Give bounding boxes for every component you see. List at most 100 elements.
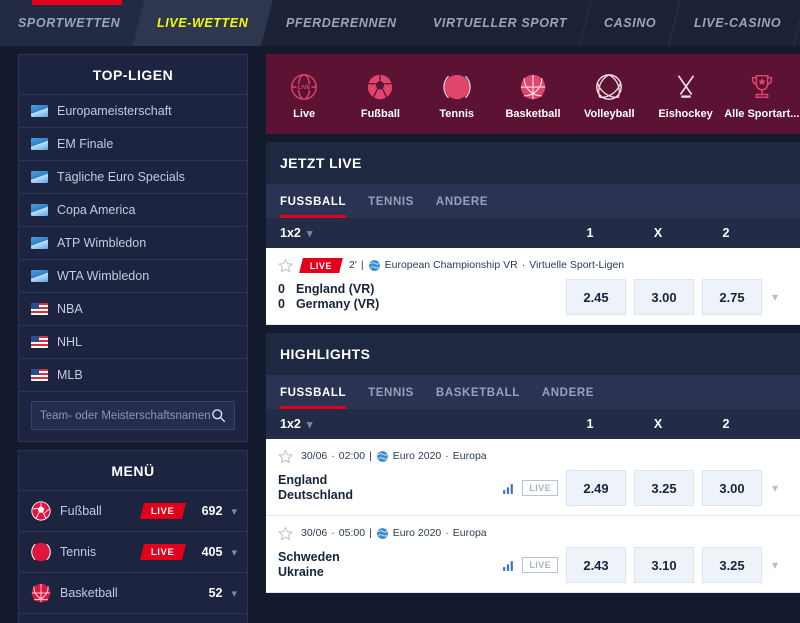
- live-badge: LIVE: [139, 503, 186, 519]
- sidebar-item-europameisterschaft[interactable]: Europameisterschaft: [19, 94, 247, 127]
- odd-button-1[interactable]: 2.45: [566, 279, 626, 315]
- menu-panel: MENÜ Fußball LIVE 692 ▾ Tennis LIVE 405 …: [18, 450, 248, 623]
- top-leagues-panel: TOP-LIGEN Europameisterschaft EM Finale …: [18, 54, 248, 442]
- odd-button-1[interactable]: 2.43: [566, 547, 626, 583]
- nav-tab-live-casino[interactable]: LIVE-CASINO: [669, 0, 800, 46]
- league-label: Tägliche Euro Specials: [57, 170, 185, 184]
- chevron-down-icon[interactable]: ▾: [307, 418, 313, 431]
- nav-tab-live-wetten[interactable]: LIVE-WETTEN: [133, 0, 274, 46]
- volleyball-icon: [596, 74, 623, 100]
- odd-button-x[interactable]: 3.00: [634, 279, 694, 315]
- sidebar-item-wta-wimbledon[interactable]: WTA Wimbledon: [19, 259, 247, 292]
- live-stream-badge[interactable]: LIVE: [522, 557, 558, 573]
- match-meta: 30/06 · 05:00 | Euro 2020 · Europa: [301, 527, 487, 540]
- match-body: England Deutschland LIVE 2.49 3.25 3.00 …: [278, 470, 788, 506]
- market-selector[interactable]: 1x2 ▾: [280, 417, 556, 431]
- odd-button-2[interactable]: 3.00: [702, 470, 762, 506]
- eu-flag-icon: [31, 237, 48, 249]
- home-team: England: [278, 473, 328, 487]
- favorite-star-icon[interactable]: [278, 257, 293, 273]
- league-label: WTA Wimbledon: [57, 269, 150, 283]
- home-team: England (VR): [295, 282, 375, 296]
- sidebar-item-atp-wimbledon[interactable]: ATP Wimbledon: [19, 226, 247, 259]
- nav-tab-sportwetten[interactable]: SPORTWETTEN: [0, 0, 145, 46]
- sidebar-item-nba[interactable]: NBA: [19, 292, 247, 325]
- live-section-title: JETZT LIVE: [266, 142, 800, 184]
- chevron-down-icon[interactable]: ▾: [231, 505, 237, 518]
- table-row[interactable]: LIVE 2' | European Championship VR · Vir: [266, 248, 800, 325]
- menu-item-basketball[interactable]: Basketball 52 ▾: [19, 572, 247, 613]
- odds-group: 2.49 3.25 3.00: [566, 470, 762, 506]
- nav-tab-label: CASINO: [604, 16, 657, 30]
- match-time: 02:00: [338, 450, 366, 462]
- live-tab-fussball[interactable]: FUSSBALL: [280, 196, 347, 218]
- nav-tab-pferderennen[interactable]: PFERDERENNEN: [261, 0, 421, 46]
- sport-tab-tennis[interactable]: Tennis: [419, 58, 495, 134]
- menu-item-fussball[interactable]: Fußball LIVE 692 ▾: [19, 490, 247, 531]
- sidebar-item-copa-america[interactable]: Copa America: [19, 193, 247, 226]
- sport-tab-label: Tennis: [439, 108, 475, 120]
- sidebar-item-em-finale[interactable]: EM Finale: [19, 127, 247, 160]
- league-label: ATP Wimbledon: [57, 236, 147, 250]
- sidebar-item-nhl[interactable]: NHL: [19, 325, 247, 358]
- column-1: 1: [586, 417, 594, 431]
- live-section-tabs: FUSSBALL TENNIS ANDERE: [266, 184, 800, 218]
- favorite-star-icon[interactable]: [278, 525, 293, 541]
- sport-tab-eishockey[interactable]: Eishockey: [647, 58, 723, 134]
- menu-item-tennis[interactable]: Tennis LIVE 405 ▾: [19, 531, 247, 572]
- expand-row-chevron-icon[interactable]: ▾: [762, 558, 788, 572]
- chevron-down-icon[interactable]: ▾: [231, 546, 237, 559]
- odd-button-1[interactable]: 2.49: [566, 470, 626, 506]
- search-box[interactable]: [31, 401, 235, 430]
- menu-item-volleyball[interactable]: Volleyball ▾: [19, 613, 247, 623]
- market-selector[interactable]: 1x2 ▾: [280, 226, 556, 240]
- sidebar-item-mlb[interactable]: MLB: [19, 358, 247, 391]
- highlights-tab-andere[interactable]: ANDERE: [542, 387, 594, 409]
- globe-icon: [376, 527, 388, 539]
- odd-button-x[interactable]: 3.10: [634, 547, 694, 583]
- highlights-tab-basketball[interactable]: BASKETBALL: [436, 387, 520, 409]
- menu-item-count: 405: [201, 545, 223, 559]
- odd-button-2[interactable]: 3.25: [702, 547, 762, 583]
- table-row[interactable]: 30/06 · 02:00 | Euro 2020 · Europa Engla…: [266, 439, 800, 516]
- sport-tab-volleyball[interactable]: Volleyball: [571, 58, 647, 134]
- home-team: Schweden: [278, 550, 340, 564]
- match-category: Europa: [452, 527, 487, 539]
- us-flag-icon: [31, 336, 48, 348]
- match-teams: England (VR) Germany (VR): [296, 282, 566, 312]
- expand-row-chevron-icon[interactable]: ▾: [762, 290, 788, 304]
- sidebar-item-euro-specials[interactable]: Tägliche Euro Specials: [19, 160, 247, 193]
- table-row[interactable]: 30/06 · 05:00 | Euro 2020 · Europa Schwe…: [266, 516, 800, 593]
- live-tab-andere[interactable]: ANDERE: [436, 196, 488, 218]
- expand-row-chevron-icon[interactable]: ▾: [762, 481, 788, 495]
- search-input[interactable]: [40, 409, 211, 422]
- live-tab-tennis[interactable]: TENNIS: [368, 196, 414, 218]
- menu-title: MENÜ: [111, 463, 155, 479]
- menu-item-count: 52: [208, 586, 223, 600]
- search-icon[interactable]: [211, 408, 226, 423]
- highlights-tab-fussball[interactable]: FUSSBALL: [280, 387, 347, 409]
- sport-tab-live[interactable]: LIVE Live: [266, 58, 342, 134]
- sport-tab-alle-sportarten[interactable]: Alle Sportart...: [724, 58, 800, 134]
- sport-tab-label: Fußball: [360, 108, 400, 120]
- favorite-star-icon[interactable]: [278, 448, 293, 464]
- away-team: Germany (VR): [295, 297, 380, 311]
- statistics-icon[interactable]: [502, 559, 515, 572]
- soccer-ball-icon: [31, 501, 51, 521]
- statistics-icon[interactable]: [502, 482, 515, 495]
- league-label: Copa America: [57, 203, 136, 217]
- sidebar: TOP-LIGEN Europameisterschaft EM Finale …: [0, 46, 258, 623]
- betting-app: SPORTWETTEN LIVE-WETTEN PFERDERENNEN VIR…: [0, 0, 800, 623]
- odd-button-x[interactable]: 3.25: [634, 470, 694, 506]
- highlights-tab-tennis[interactable]: TENNIS: [368, 387, 414, 409]
- chevron-down-icon[interactable]: ▾: [231, 587, 237, 600]
- sport-tab-fussball[interactable]: Fußball: [342, 58, 418, 134]
- nav-tab-virtueller-sport[interactable]: VIRTUELLER SPORT: [409, 0, 593, 46]
- sport-tab-label: Volleyball: [583, 108, 635, 120]
- chevron-down-icon[interactable]: ▾: [307, 227, 313, 240]
- sport-tab-basketball[interactable]: Basketball: [495, 58, 571, 134]
- live-stream-badge[interactable]: LIVE: [522, 480, 558, 496]
- match-date: 30/06: [301, 527, 328, 539]
- odd-button-2[interactable]: 2.75: [702, 279, 762, 315]
- nav-tab-casino[interactable]: CASINO: [580, 0, 682, 46]
